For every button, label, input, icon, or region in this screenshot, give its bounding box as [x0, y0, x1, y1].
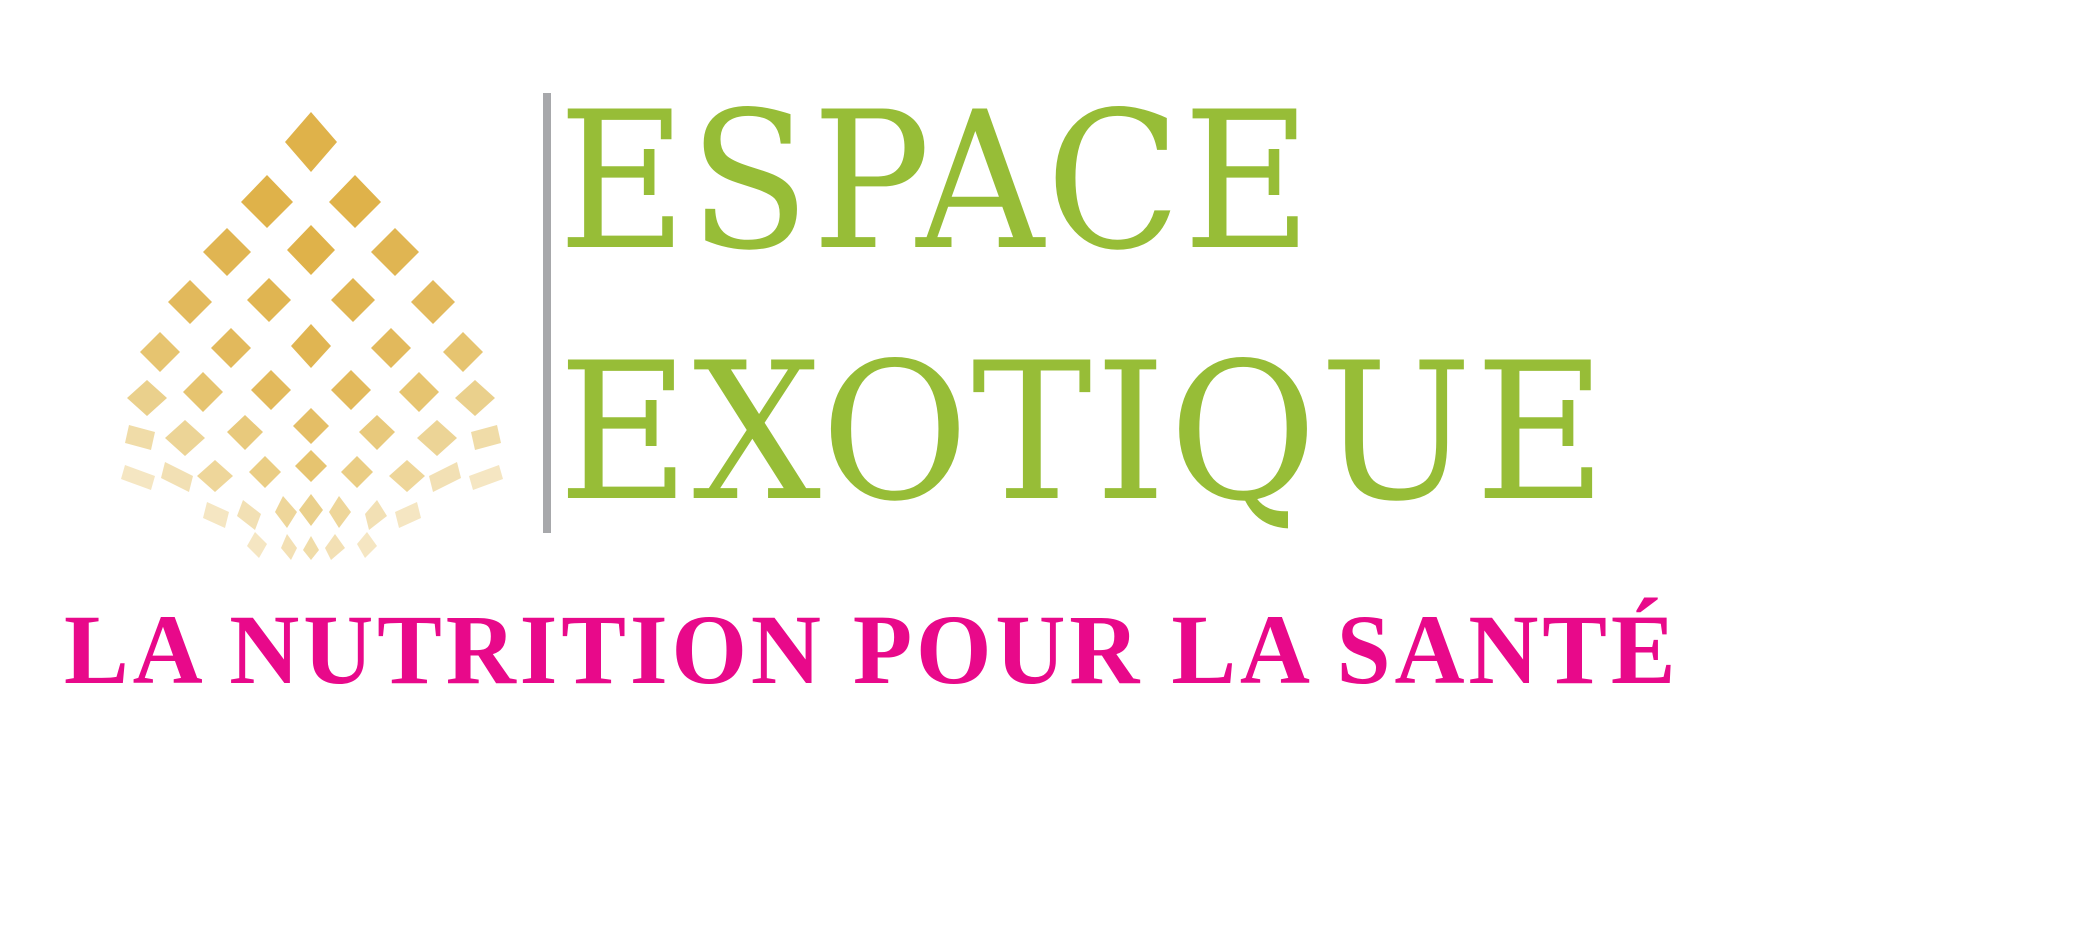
brand-name-line-2: EXOTIQUE	[558, 322, 1610, 543]
emblem-row-2	[241, 175, 381, 228]
vertical-divider	[543, 93, 551, 533]
emblem-row-5	[140, 324, 483, 372]
logo-canvas: ESPACE EXOTIQUE LA NUTRITION POUR LA SAN…	[0, 0, 2076, 925]
emblem-row-10	[247, 532, 377, 560]
emblem-row-4	[168, 278, 455, 324]
brand-name-line-1: ESPACE	[558, 71, 1314, 292]
tagline: LA NUTRITION POUR LA SANTÉ	[64, 594, 1680, 705]
emblem-row-7	[125, 408, 501, 456]
emblem-row-8	[121, 450, 503, 492]
golden-diamond-grid-icon	[121, 112, 503, 560]
emblem-row-3	[203, 225, 419, 276]
emblem-row-9	[203, 494, 421, 530]
emblem-row-1	[285, 112, 337, 172]
